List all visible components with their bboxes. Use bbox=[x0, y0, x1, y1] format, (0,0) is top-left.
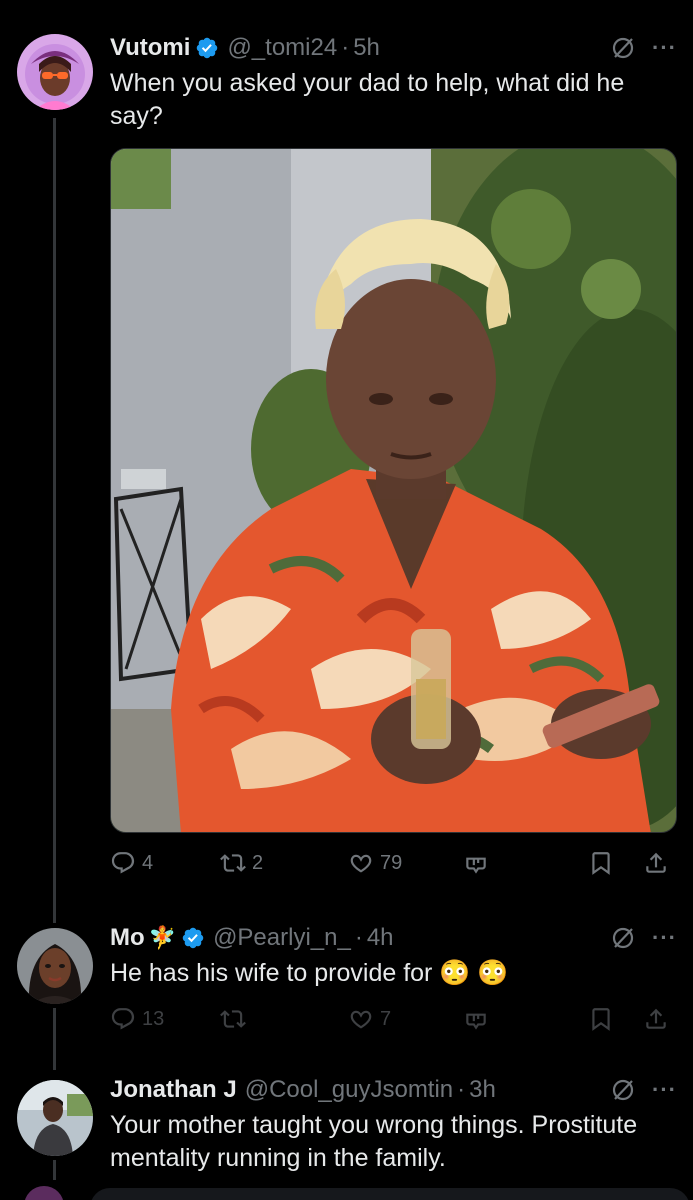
tweet[interactable]: Vutomi @_tomi24 · 5h ··· When you asked … bbox=[0, 0, 693, 900]
like-button[interactable]: 7 bbox=[348, 1006, 463, 1032]
reply-count: 13 bbox=[142, 1007, 165, 1030]
share-icon bbox=[646, 1008, 666, 1029]
separator: · bbox=[354, 924, 363, 951]
grok-icon[interactable] bbox=[610, 35, 636, 61]
tweet-text: Your mother taught you wrong things. Pro… bbox=[110, 1111, 638, 1172]
display-name[interactable]: Vutomi bbox=[110, 34, 190, 62]
reply-icon bbox=[111, 852, 135, 874]
like-icon bbox=[350, 854, 372, 873]
separator: · bbox=[341, 34, 350, 61]
grok-analyze-button[interactable] bbox=[463, 850, 588, 876]
repost-button[interactable]: 2 bbox=[220, 850, 348, 876]
grok-analyze-icon bbox=[466, 857, 486, 874]
tweet-text: He has his wife to provide for 😳 😳 bbox=[110, 959, 509, 987]
avatar[interactable] bbox=[17, 1080, 93, 1156]
reply-icon bbox=[111, 1008, 135, 1030]
avatar[interactable] bbox=[17, 34, 93, 110]
reply-count: 4 bbox=[142, 851, 154, 874]
bookmark-button[interactable] bbox=[588, 1006, 643, 1032]
display-name[interactable]: Jonathan J bbox=[110, 1076, 237, 1104]
display-name[interactable]: Mo bbox=[110, 924, 145, 952]
tweet[interactable]: Mo 🧚 @Pearlyi_n_ · 4h ··· He has his wif… bbox=[0, 900, 693, 1060]
reply-button[interactable]: 13 bbox=[110, 1006, 220, 1032]
grok-analyze-icon bbox=[466, 1013, 486, 1030]
bookmark-button[interactable] bbox=[588, 850, 643, 876]
tweet-actions: 13 7 bbox=[110, 1003, 675, 1035]
repost-count: 2 bbox=[252, 851, 264, 874]
repost-icon bbox=[220, 1010, 246, 1028]
like-button[interactable]: 79 bbox=[348, 850, 463, 876]
grok-icon[interactable] bbox=[610, 1077, 636, 1103]
timestamp[interactable]: 5h bbox=[353, 34, 380, 62]
user-handle[interactable]: @Pearlyi_n_ bbox=[213, 924, 351, 952]
more-icon[interactable]: ··· bbox=[652, 1077, 677, 1103]
avatar[interactable] bbox=[17, 928, 93, 1004]
repost-button[interactable] bbox=[220, 1006, 348, 1032]
like-count: 79 bbox=[380, 851, 403, 874]
more-icon[interactable]: ··· bbox=[652, 35, 677, 61]
share-button[interactable] bbox=[643, 1006, 673, 1032]
user-handle[interactable]: @Cool_guyJsomtin bbox=[245, 1076, 453, 1104]
grok-icon[interactable] bbox=[610, 925, 636, 951]
tweet[interactable]: Jonathan J @Cool_guyJsomtin · 3h ··· You… bbox=[0, 1060, 693, 1200]
timestamp[interactable]: 3h bbox=[469, 1076, 496, 1104]
more-icon[interactable]: ··· bbox=[652, 925, 677, 951]
bookmark-icon bbox=[592, 1008, 610, 1031]
timestamp[interactable]: 4h bbox=[367, 924, 394, 952]
tweet-photo[interactable] bbox=[110, 148, 677, 833]
tweet-header: Vutomi @_tomi24 · 5h ··· bbox=[110, 33, 677, 63]
tweet-header: Mo 🧚 @Pearlyi_n_ · 4h ··· bbox=[110, 923, 677, 953]
tweet-text: When you asked your dad to help, what di… bbox=[110, 69, 625, 130]
name-emoji: 🧚 bbox=[148, 925, 177, 950]
separator: · bbox=[457, 1076, 466, 1103]
bookmark-icon bbox=[592, 852, 610, 875]
repost-icon bbox=[220, 854, 246, 872]
tweet-header: Jonathan J @Cool_guyJsomtin · 3h ··· bbox=[110, 1075, 677, 1105]
verified-badge-icon bbox=[195, 36, 219, 60]
reply-composer[interactable] bbox=[90, 1188, 690, 1200]
share-icon bbox=[646, 852, 666, 873]
user-handle[interactable]: @_tomi24 bbox=[227, 34, 337, 62]
tweet-actions: 4 2 79 bbox=[110, 847, 675, 879]
like-count: 7 bbox=[380, 1007, 392, 1030]
grok-analyze-button[interactable] bbox=[463, 1006, 588, 1032]
reply-button[interactable]: 4 bbox=[110, 850, 220, 876]
share-button[interactable] bbox=[643, 850, 673, 876]
like-icon bbox=[350, 1010, 372, 1029]
verified-badge-icon bbox=[181, 926, 205, 950]
